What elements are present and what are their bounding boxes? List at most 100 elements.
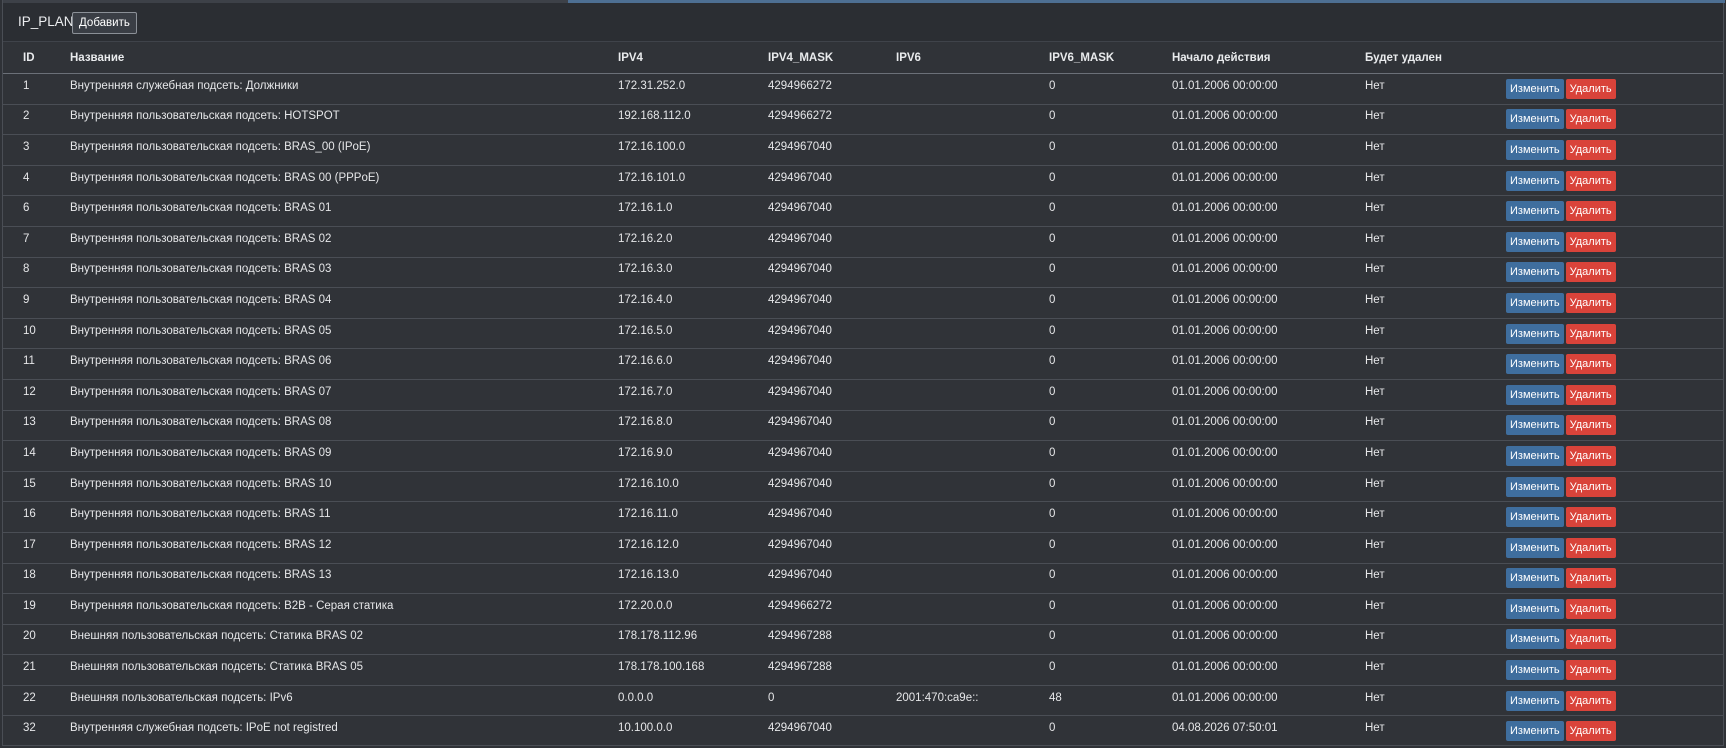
edit-button[interactable]: Изменить bbox=[1506, 323, 1564, 344]
cell-ipv4-text: 172.16.12.0 bbox=[618, 538, 679, 551]
cell-ipv4: 172.16.6.0 bbox=[618, 348, 768, 380]
cell-name-text: Внутренняя пользовательская подсеть: BRA… bbox=[70, 171, 380, 184]
column-header-ipv4[interactable]: IPV4 bbox=[618, 43, 768, 74]
cell-deleted-text: Нет bbox=[1365, 171, 1385, 184]
edit-button[interactable]: Изменить bbox=[1506, 507, 1564, 528]
edit-button[interactable]: Изменить bbox=[1506, 445, 1564, 466]
column-header-ipv4-mask[interactable]: IPV4_MASK bbox=[768, 43, 896, 74]
cell-ipv4-mask: 4294967040 bbox=[768, 563, 896, 595]
cell-deleted-text: Нет bbox=[1365, 202, 1385, 215]
edit-button[interactable]: Изменить bbox=[1506, 690, 1564, 711]
cell-ipv4-mask: 4294967040 bbox=[768, 195, 896, 227]
delete-button[interactable]: Удалить bbox=[1565, 201, 1616, 222]
delete-button[interactable]: Удалить bbox=[1565, 598, 1616, 619]
delete-button[interactable]: Удалить bbox=[1565, 170, 1616, 191]
column-header-name[interactable]: Название bbox=[70, 43, 618, 74]
edit-button[interactable]: Изменить bbox=[1506, 109, 1564, 130]
table-row: 20 Внешняя пользовательская подсеть: Стат… bbox=[3, 624, 1723, 656]
cell-ipv6-mask: 0 bbox=[1049, 348, 1172, 380]
delete-button[interactable]: Удалить bbox=[1565, 507, 1616, 528]
cell-ipv4-text: 10.100.0.0 bbox=[618, 722, 673, 735]
column-header-ipv6[interactable]: IPV6 bbox=[896, 43, 1049, 74]
delete-button[interactable]: Удалить bbox=[1565, 354, 1616, 375]
cell-ipv6 bbox=[896, 501, 1049, 533]
edit-button[interactable]: Изменить bbox=[1506, 354, 1564, 375]
delete-button[interactable]: Удалить bbox=[1565, 629, 1616, 650]
cell-start-text: 01.01.2006 00:00:00 bbox=[1172, 508, 1278, 521]
delete-button[interactable]: Удалить bbox=[1565, 445, 1616, 466]
delete-button[interactable]: Удалить bbox=[1565, 109, 1616, 130]
cell-ipv4-mask: 4294966272 bbox=[768, 104, 896, 136]
cell-ipv6 bbox=[896, 134, 1049, 166]
edit-button[interactable]: Изменить bbox=[1506, 231, 1564, 252]
edit-button[interactable]: Изменить bbox=[1506, 201, 1564, 222]
cell-ipv4: 172.16.100.0 bbox=[618, 134, 768, 166]
cell-ipv4: 172.16.8.0 bbox=[618, 410, 768, 442]
edit-button[interactable]: Изменить bbox=[1506, 262, 1564, 283]
column-header-start[interactable]: Начало действия bbox=[1172, 43, 1365, 74]
delete-button[interactable]: Удалить bbox=[1565, 568, 1616, 589]
delete-button[interactable]: Удалить bbox=[1565, 139, 1616, 160]
cell-start-text: 04.08.2026 07:50:01 bbox=[1172, 722, 1278, 735]
cell-id-text: 10 bbox=[23, 324, 36, 337]
edit-button[interactable]: Изменить bbox=[1506, 170, 1564, 191]
table-row: 4 Внутренняя пользовательская подсеть: BR… bbox=[3, 165, 1723, 197]
delete-button[interactable]: Удалить bbox=[1565, 537, 1616, 558]
delete-button[interactable]: Удалить bbox=[1565, 78, 1616, 99]
cell-ipv6 bbox=[896, 440, 1049, 472]
column-header-ipv6-mask[interactable]: IPV6_MASK bbox=[1049, 43, 1172, 74]
edit-button[interactable]: Изменить bbox=[1506, 568, 1564, 589]
add-button[interactable]: Добавить bbox=[72, 12, 137, 34]
edit-button[interactable]: Изменить bbox=[1506, 721, 1564, 742]
column-header-id[interactable]: ID bbox=[3, 43, 70, 74]
cell-name: Внутренняя служебная подсеть: Должники bbox=[70, 73, 618, 105]
cell-ipv4: 172.16.2.0 bbox=[618, 226, 768, 258]
edit-button[interactable]: Изменить bbox=[1506, 476, 1564, 497]
delete-button[interactable]: Удалить bbox=[1565, 384, 1616, 405]
cell-ipv6-mask-text: 0 bbox=[1049, 202, 1056, 215]
cell-deleted-text: Нет bbox=[1365, 599, 1385, 612]
cell-ipv6 bbox=[896, 226, 1049, 258]
cell-deleted: Нет bbox=[1365, 318, 1506, 350]
cell-ipv4-mask: 4294967040 bbox=[768, 379, 896, 411]
table-row: 3 Внутренняя пользовательская подсеть: BR… bbox=[3, 134, 1723, 166]
cell-ipv6-mask: 0 bbox=[1049, 501, 1172, 533]
cell-ipv4-mask: 4294967040 bbox=[768, 257, 896, 289]
edit-button[interactable]: Изменить bbox=[1506, 292, 1564, 313]
column-header-deleted[interactable]: Будет удален bbox=[1365, 43, 1506, 74]
edit-button[interactable]: Изменить bbox=[1506, 629, 1564, 650]
edit-button[interactable]: Изменить bbox=[1506, 537, 1564, 558]
delete-button[interactable]: Удалить bbox=[1565, 231, 1616, 252]
edit-button[interactable]: Изменить bbox=[1506, 598, 1564, 619]
cell-id-text: 4 bbox=[23, 171, 30, 184]
edit-button[interactable]: Изменить bbox=[1506, 384, 1564, 405]
edit-button[interactable]: Изменить bbox=[1506, 660, 1564, 681]
delete-button[interactable]: Удалить bbox=[1565, 323, 1616, 344]
cell-ipv4: 172.31.252.0 bbox=[618, 73, 768, 105]
cell-ipv4-mask-text: 4294966272 bbox=[768, 599, 832, 612]
delete-button[interactable]: Удалить bbox=[1565, 292, 1616, 313]
cell-deleted-text: Нет bbox=[1365, 140, 1385, 153]
cell-ipv6-mask: 0 bbox=[1049, 379, 1172, 411]
cell-ipv6-mask-text: 0 bbox=[1049, 263, 1056, 276]
cell-ipv4-mask-text: 4294967040 bbox=[768, 538, 832, 551]
delete-button[interactable]: Удалить bbox=[1565, 476, 1616, 497]
cell-actions: Изменить Удалить bbox=[1506, 593, 1723, 625]
cell-ipv4: 172.16.10.0 bbox=[618, 471, 768, 503]
edit-button[interactable]: Изменить bbox=[1506, 415, 1564, 436]
edit-button[interactable]: Изменить bbox=[1506, 139, 1564, 160]
delete-button[interactable]: Удалить bbox=[1565, 660, 1616, 681]
edit-button[interactable]: Изменить bbox=[1506, 78, 1564, 99]
cell-deleted: Нет bbox=[1365, 593, 1506, 625]
cell-ipv4-mask-text: 4294967288 bbox=[768, 661, 832, 674]
cell-actions: Изменить Удалить bbox=[1506, 685, 1723, 717]
delete-button[interactable]: Удалить bbox=[1565, 721, 1616, 742]
cell-id-text: 14 bbox=[23, 446, 36, 459]
delete-button[interactable]: Удалить bbox=[1565, 415, 1616, 436]
cell-ipv6 bbox=[896, 563, 1049, 595]
cell-ipv6-mask: 0 bbox=[1049, 716, 1172, 746]
cell-name: Внутренняя пользовательская подсеть: BRA… bbox=[70, 287, 618, 319]
delete-button[interactable]: Удалить bbox=[1565, 690, 1616, 711]
delete-button[interactable]: Удалить bbox=[1565, 262, 1616, 283]
cell-ipv4-text: 172.16.100.0 bbox=[618, 140, 686, 153]
